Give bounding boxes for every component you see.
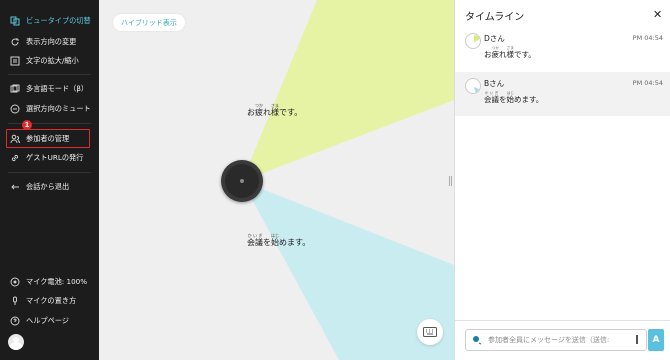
- step-badge: 1: [22, 120, 32, 130]
- sidebar-item-guest-url[interactable]: ゲストURLの発行: [0, 149, 99, 167]
- message-input-bar: 参加者全員にメッセージを送信（送信: A: [455, 320, 670, 360]
- close-icon[interactable]: ✕: [653, 8, 662, 21]
- sidebar-item-label: マイク電池: 100%: [26, 277, 88, 286]
- message-text: お疲つかれ様さまです。: [484, 46, 536, 59]
- text-size-icon: [9, 56, 20, 67]
- sidebar-item-label: 多言語モード（β）: [26, 84, 89, 93]
- message-input-placeholder: 参加者全員にメッセージを送信（送信:: [488, 336, 610, 344]
- divider: [8, 74, 91, 75]
- sidebar-item-label: ヘルプページ: [26, 316, 69, 325]
- sidebar-item-language[interactable]: 多言語モード（β）: [0, 80, 99, 98]
- sidebar-item-rotate[interactable]: 表示方向の変更: [0, 33, 99, 51]
- sidebar-item-text-size[interactable]: 文字の拡大/縮小: [0, 52, 99, 70]
- rotate-icon: [9, 37, 20, 48]
- speaker-direction-avatar: [465, 78, 481, 94]
- timeline-message: Dさん PM 04:54 お疲つかれ様さまです。: [455, 27, 670, 71]
- text-caret: [636, 335, 638, 344]
- direction-beams: [242, 0, 454, 360]
- sidebar-item-view-switch[interactable]: ビュータイプの切替: [0, 12, 99, 30]
- divider: [8, 172, 91, 173]
- divider: [8, 123, 91, 124]
- sidebar-item-label: 文字の拡大/縮小: [26, 56, 79, 65]
- speech-bubble-1: お疲つかれ様さまです。: [247, 103, 303, 117]
- message-text: 会議かいぎを始はじめます。: [484, 91, 544, 104]
- keyboard-button[interactable]: [417, 319, 443, 345]
- help-icon: [9, 316, 20, 327]
- sidebar-item-label: ビュータイプの切替: [26, 16, 91, 25]
- view-switch-icon: [9, 16, 20, 27]
- timeline-title: タイムライン: [465, 12, 525, 23]
- mic-icon: [9, 296, 20, 307]
- sidebar-item-battery: マイク電池: 100%: [0, 273, 99, 291]
- language-icon: [9, 84, 20, 95]
- sidebar-item-label: 表示方向の変更: [26, 37, 77, 46]
- mute-icon: [9, 104, 20, 115]
- avatar[interactable]: [8, 334, 24, 350]
- message-time: PM 04:54: [632, 34, 663, 42]
- link-icon: [9, 153, 20, 164]
- sidebar-item-exit[interactable]: 会話から退出: [0, 178, 99, 196]
- resize-handle[interactable]: [449, 176, 452, 186]
- sidebar: ビュータイプの切替 表示方向の変更 文字の拡大/縮小 多言語モード（β） 選択方…: [0, 0, 99, 360]
- timeline-panel: タイムライン ✕ Dさん PM 04:54 お疲つかれ様さまです。 Bさん PM…: [454, 0, 670, 360]
- participants-highlight-box: [6, 129, 90, 148]
- timeline-message: Bさん PM 04:54 会議かいぎを始はじめます。: [455, 72, 670, 116]
- exit-icon: [9, 182, 20, 193]
- microphone-device: [221, 160, 263, 202]
- sidebar-item-help[interactable]: ヘルプページ: [0, 312, 99, 330]
- battery-icon: [9, 277, 20, 288]
- sidebar-item-label: ゲストURLの発行: [26, 153, 84, 162]
- send-button[interactable]: A: [648, 329, 664, 351]
- beam-yellow: [242, 0, 454, 181]
- speech-icon: [473, 336, 482, 345]
- speaker-name: Dさん: [484, 34, 505, 43]
- sidebar-item-mute[interactable]: 選択方向のミュート: [0, 100, 99, 118]
- keyboard-icon: [423, 327, 437, 337]
- message-time: PM 04:54: [632, 79, 663, 87]
- speech-bubble-2: 会議かいぎを始はじめます。: [247, 233, 311, 247]
- hybrid-view-button[interactable]: ハイブリッド表示: [113, 14, 185, 31]
- device-center-dot: [240, 179, 244, 183]
- speaker-direction-avatar: [465, 33, 481, 49]
- sidebar-item-label: 選択方向のミュート: [26, 104, 91, 113]
- speaker-view: ハイブリッド表示 お疲つかれ様さまです。 会議かいぎを始はじめます。: [99, 0, 454, 360]
- sidebar-item-label: 会話から退出: [26, 182, 70, 191]
- sidebar-item-mic-placement[interactable]: マイクの置き方: [0, 292, 99, 310]
- message-input[interactable]: 参加者全員にメッセージを送信（送信:: [465, 329, 647, 351]
- sidebar-item-label: マイクの置き方: [26, 296, 77, 305]
- speaker-name: Bさん: [484, 79, 505, 88]
